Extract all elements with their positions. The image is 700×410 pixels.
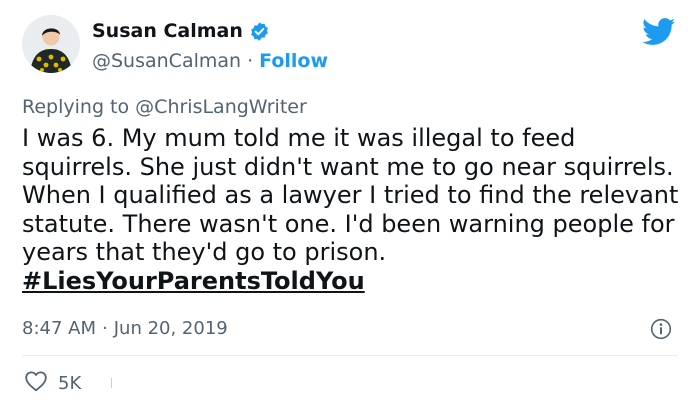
action-bar: 5K xyxy=(24,370,113,396)
like-count: 5K xyxy=(58,372,82,394)
tweet-body: I was 6. My mum told me it was illegal t… xyxy=(22,124,679,266)
follow-button[interactable]: Follow xyxy=(259,50,328,72)
heart-icon xyxy=(24,370,48,396)
tweet-timestamp[interactable]: 8:47 AM · Jun 20, 2019 xyxy=(22,318,228,339)
tweet-time: 8:47 AM xyxy=(22,318,96,339)
action-divider xyxy=(111,378,113,388)
replying-to: Replying to @ChrisLangWriter xyxy=(22,96,307,118)
reply-handle-link[interactable]: @ChrisLangWriter xyxy=(135,96,307,118)
reply-prefix: Replying to xyxy=(22,96,130,118)
verified-badge-icon xyxy=(249,21,270,42)
tweet-date: Jun 20, 2019 xyxy=(113,318,228,339)
info-icon[interactable] xyxy=(650,318,672,344)
like-button[interactable]: 5K xyxy=(24,370,81,396)
timestamp-separator: · xyxy=(102,318,108,339)
author-handle-row: @SusanCalman · Follow xyxy=(92,50,328,72)
author-handle[interactable]: @SusanCalman xyxy=(92,50,241,72)
tweet-card: Susan Calman @SusanCalman · Follow Reply… xyxy=(0,0,700,410)
separator: · xyxy=(247,50,254,72)
divider xyxy=(22,355,678,356)
author-name-row: Susan Calman xyxy=(92,20,270,42)
twitter-bird-icon[interactable] xyxy=(642,18,676,50)
tweet-text: I was 6. My mum told me it was illegal t… xyxy=(22,124,682,295)
hashtag-link[interactable]: #LiesYourParentsToldYou xyxy=(22,267,365,295)
avatar[interactable] xyxy=(22,15,80,73)
author-name[interactable]: Susan Calman xyxy=(92,20,243,42)
